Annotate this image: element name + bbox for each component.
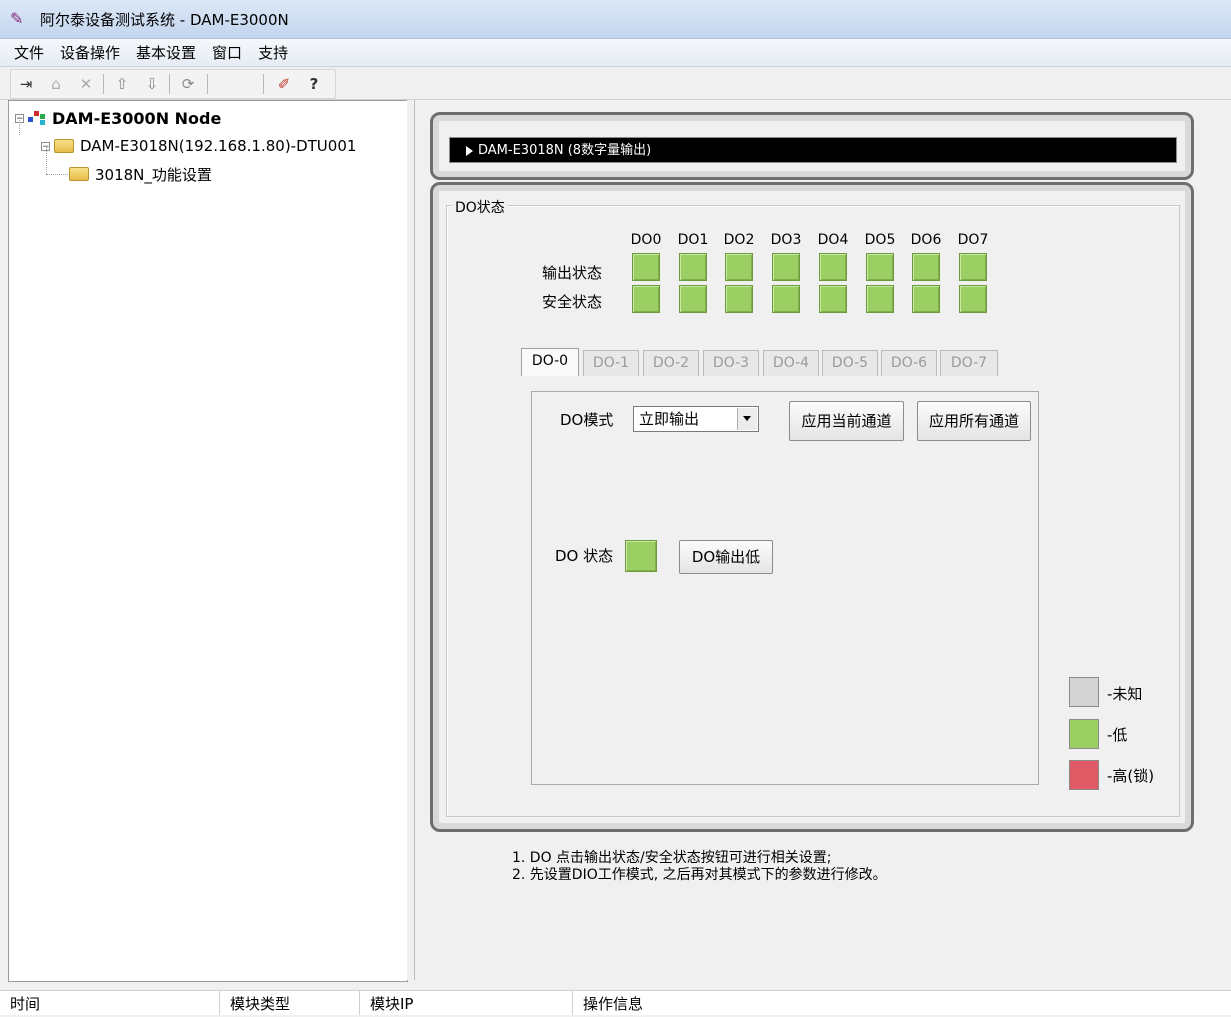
tree-root-label: DAM-E3000N Node	[52, 108, 222, 128]
output-state-do2[interactable]	[725, 253, 753, 281]
do-channel-label: DO5	[864, 232, 896, 248]
legend-low-label: -低	[1107, 726, 1128, 744]
legend-unknown-label: -未知	[1107, 685, 1143, 703]
legend-high-swatch	[1069, 760, 1099, 790]
tab-do-6[interactable]: DO-6	[881, 350, 937, 376]
do-mode-value: 立即输出	[639, 410, 700, 428]
do-state-indicator[interactable]	[625, 540, 657, 572]
do-channel-label: DO2	[723, 232, 755, 248]
menu-bar: 文件 设备操作 基本设置 窗口 支持	[0, 39, 1231, 67]
safe-state-do5[interactable]	[866, 285, 894, 313]
output-state-do7[interactable]	[959, 253, 987, 281]
column-time[interactable]: 时间	[0, 991, 220, 1015]
do-state-label: DO 状态	[555, 547, 614, 565]
download-icon[interactable]: ⇩	[141, 73, 163, 95]
output-state-do3[interactable]	[772, 253, 800, 281]
safe-state-do7[interactable]	[959, 285, 987, 313]
tree-line	[19, 117, 20, 135]
app-icon: ✎	[10, 9, 24, 28]
tab-page-do-0	[531, 391, 1039, 785]
note-line: 1. DO 点击输出状态/安全状态按钮可进行相关设置;	[512, 850, 832, 866]
device-icon[interactable]: ⌂	[45, 73, 67, 95]
tab-do-7[interactable]: DO-7	[940, 350, 998, 376]
do-channel-label: DO0	[630, 232, 662, 248]
menu-basic-settings[interactable]: 基本设置	[128, 42, 204, 63]
safe-state-do2[interactable]	[725, 285, 753, 313]
window-title: 阿尔泰设备测试系统 - DAM-E3000N	[40, 10, 289, 29]
output-state-do1[interactable]	[679, 253, 707, 281]
network-icon	[28, 111, 46, 125]
help-notes: 1. DO 点击输出状态/安全状态按钮可进行相关设置; 2. 先设置DIO工作模式…	[512, 850, 887, 884]
module-header: DAM-E3018N (8数字量输出)	[449, 137, 1177, 163]
tab-do-5[interactable]: DO-5	[822, 350, 878, 376]
disconnect-icon[interactable]: ✕	[75, 73, 97, 95]
toolbar-group: ⇥ ⌂ ✕ ⇧ ⇩ ⟳ ✐ ?	[10, 69, 336, 99]
tree-line	[46, 174, 68, 175]
menu-file[interactable]: 文件	[0, 42, 52, 63]
column-module-ip[interactable]: 模块IP	[360, 991, 573, 1015]
toolbar-separator	[263, 74, 264, 94]
output-state-do5[interactable]	[866, 253, 894, 281]
tab-do-4[interactable]: DO-4	[763, 350, 819, 376]
safe-state-do4[interactable]	[819, 285, 847, 313]
tab-do-0[interactable]: DO-0	[521, 348, 579, 376]
tree-function-label: 3018N_功能设置	[95, 165, 212, 184]
legend-low-swatch	[1069, 719, 1099, 749]
help-icon[interactable]: ?	[303, 73, 325, 95]
connect-icon[interactable]: ⇥	[15, 73, 37, 95]
safe-state-do6[interactable]	[912, 285, 940, 313]
output-state-label: 输出状态	[542, 264, 603, 282]
safe-state-do0[interactable]	[632, 285, 660, 313]
header-frame: DAM-E3018N (8数字量输出)	[430, 112, 1194, 180]
do-channel-label: DO3	[770, 232, 802, 248]
tree-line	[46, 146, 47, 174]
note-line: 2. 先设置DIO工作模式, 之后再对其模式下的参数进行修改。	[512, 867, 887, 883]
do-output-low-button[interactable]: DO输出低	[679, 540, 773, 574]
output-state-do0[interactable]	[632, 253, 660, 281]
open-folder-icon	[69, 167, 89, 181]
toolbar-separator	[103, 74, 104, 94]
safe-state-label: 安全状态	[542, 293, 603, 311]
column-module-type[interactable]: 模块类型	[220, 991, 360, 1015]
title-bar: ✎ 阿尔泰设备测试系统 - DAM-E3000N	[0, 0, 1231, 39]
do-channel-label: DO7	[957, 232, 989, 248]
do-channel-label: DO1	[677, 232, 709, 248]
output-state-do6[interactable]	[912, 253, 940, 281]
menu-support[interactable]: 支持	[250, 42, 296, 63]
upload-icon[interactable]: ⇧	[111, 73, 133, 95]
do-mode-label: DO模式	[560, 411, 614, 429]
legend-unknown-swatch	[1069, 677, 1099, 707]
menu-window[interactable]: 窗口	[204, 42, 250, 63]
do-channel-label: DO6	[910, 232, 942, 248]
tree-device-label: DAM-E3018N(192.168.1.80)-DTU001	[80, 137, 357, 155]
legend-high-label: -高(锁)	[1107, 767, 1155, 785]
tree-function-node[interactable]: 3018N_功能设置	[67, 163, 212, 185]
device-tree: − DAM-E3000N Node − DAM-E3018N(192.168.1…	[8, 100, 408, 982]
tree-device-node[interactable]: − DAM-E3018N(192.168.1.80)-DTU001	[41, 135, 356, 157]
menu-device-operation[interactable]: 设备操作	[52, 42, 128, 63]
config-icon[interactable]: ✐	[273, 73, 295, 95]
tab-do-3[interactable]: DO-3	[703, 350, 759, 376]
safe-state-do1[interactable]	[679, 285, 707, 313]
folder-icon	[54, 139, 74, 153]
toolbar: ⇥ ⌂ ✕ ⇧ ⇩ ⟳ ✐ ?	[0, 67, 1231, 100]
safe-state-do3[interactable]	[772, 285, 800, 313]
refresh-icon[interactable]: ⟳	[177, 73, 199, 95]
tab-do-1[interactable]: DO-1	[583, 350, 639, 376]
toolbar-separator	[207, 74, 208, 94]
chevron-down-icon[interactable]	[737, 408, 757, 430]
tree-root[interactable]: − DAM-E3000N Node	[15, 107, 221, 129]
do-channel-label: DO4	[817, 232, 849, 248]
tab-do-2[interactable]: DO-2	[643, 350, 699, 376]
do-mode-select[interactable]: 立即输出	[633, 406, 759, 432]
column-operation-info[interactable]: 操作信息	[573, 991, 1231, 1015]
do-status-caption: DO状态	[452, 197, 508, 217]
log-header: 时间 模块类型 模块IP 操作信息	[0, 990, 1231, 1015]
apply-all-channels-button[interactable]: 应用所有通道	[917, 401, 1031, 441]
toolbar-separator	[169, 74, 170, 94]
output-state-do4[interactable]	[819, 253, 847, 281]
splitter[interactable]	[407, 100, 413, 980]
apply-current-channel-button[interactable]: 应用当前通道	[789, 401, 904, 441]
